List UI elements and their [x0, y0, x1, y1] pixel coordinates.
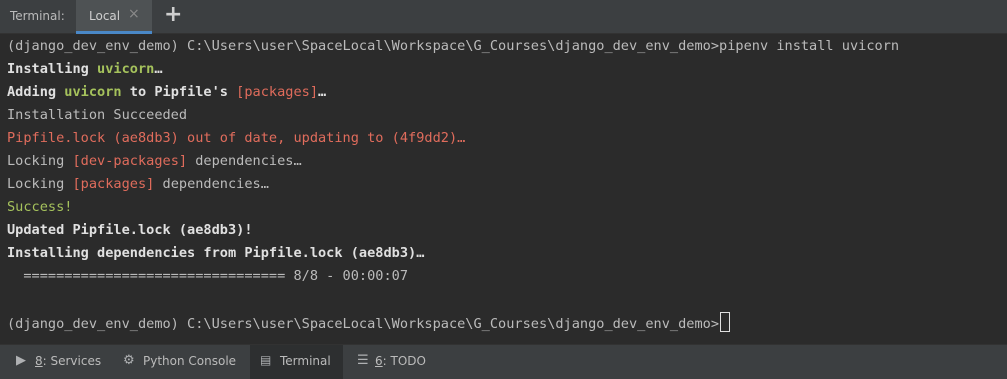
todo-button[interactable]: ☰ 6: TODO — [350, 345, 440, 379]
python-console-button[interactable]: ⚙ Python Console — [113, 345, 243, 379]
terminal-line: (django_dev_env_demo) C:\Users\user\Spac… — [7, 312, 731, 334]
terminal-output[interactable]: (django_dev_env_demo) C:\Users\user\Spac… — [0, 34, 1007, 344]
tab-local[interactable]: Local × — [76, 0, 152, 34]
terminal-line: Success! — [7, 199, 73, 215]
progress-line: ================================ 8/8 - 0… — [7, 268, 409, 284]
prompt-text: (django_dev_env_demo) C:\Users\user\Spac… — [7, 38, 720, 54]
todo-icon: ☰ — [357, 353, 369, 368]
terminal-line: Installing dependencies from Pipfile.loc… — [7, 245, 425, 261]
services-icon: ▶ — [16, 353, 26, 368]
terminal-line: Installation Succeeded — [7, 107, 188, 123]
command-text: pipenv install uvicorn — [719, 38, 900, 54]
terminal-line: Updated Pipfile.lock (ae8db3)! — [7, 222, 253, 238]
python-icon: ⚙ — [123, 353, 135, 368]
close-icon[interactable]: × — [128, 6, 140, 22]
terminal-title: Terminal: — [10, 9, 65, 23]
terminal-line: Locking [packages] dependencies… — [7, 176, 269, 192]
prompt-text: (django_dev_env_demo) C:\Users\user\Spac… — [7, 316, 720, 332]
terminal-line: (django_dev_env_demo) C:\Users\user\Spac… — [7, 36, 899, 56]
tool-window-bar: ▶ 8: Services ⚙ Python Console ▤ Termina… — [0, 344, 1007, 379]
terminal-line: Adding uvicorn to Pipfile's [packages]… — [7, 84, 327, 100]
services-button[interactable]: ▶ 8: Services — [8, 345, 108, 379]
tab-local-label: Local — [89, 9, 121, 23]
terminal-button[interactable]: ▤ Terminal — [250, 345, 343, 379]
terminal-icon: ▤ — [260, 353, 272, 367]
text-cursor — [720, 312, 731, 332]
add-tab-icon[interactable]: + — [164, 2, 182, 27]
terminal-line: Pipfile.lock (ae8db3) out of date, updat… — [7, 130, 466, 146]
terminal-line: Locking [dev-packages] dependencies… — [7, 153, 302, 169]
terminal-tabbar: Terminal: Local × + — [0, 0, 1007, 34]
terminal-line: Installing uvicorn… — [7, 61, 163, 77]
